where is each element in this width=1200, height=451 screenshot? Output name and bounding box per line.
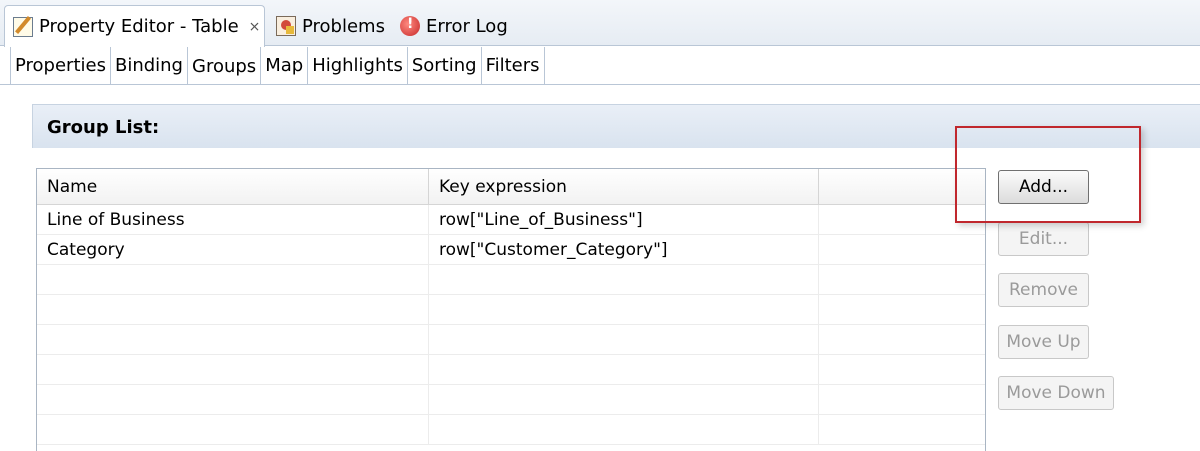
edit-button[interactable]: Edit... [998, 222, 1089, 256]
move-up-button[interactable]: Move Up [998, 325, 1089, 359]
cell-extra [819, 235, 985, 265]
tab-highlights[interactable]: Highlights [308, 47, 408, 85]
cell-key-expression: row["Line_of_Business"] [429, 205, 819, 235]
tab-properties[interactable]: Properties [10, 47, 111, 85]
tab-filters[interactable]: Filters [481, 47, 545, 85]
cell-key-expression: row["Customer_Category"] [429, 235, 819, 265]
empty-row [37, 385, 985, 415]
empty-row [37, 415, 985, 445]
tab-error-log[interactable]: Error Log [392, 6, 508, 46]
group-table[interactable]: Name Key expression Line of Business row… [36, 168, 986, 451]
tab-groups[interactable]: Groups [188, 47, 262, 85]
column-header-name[interactable]: Name [37, 169, 429, 205]
tab-error-log-label: Error Log [426, 15, 508, 37]
error-log-icon [400, 16, 420, 36]
table-row[interactable]: Line of Business row["Line_of_Business"] [37, 205, 985, 235]
tab-map[interactable]: Map [261, 47, 309, 85]
cell-name: Line of Business [37, 205, 429, 235]
empty-row [37, 295, 985, 325]
section-title: Group List: [47, 117, 160, 138]
highlight-box [955, 126, 1141, 223]
empty-row [37, 355, 985, 385]
tab-binding[interactable]: Binding [110, 47, 188, 85]
remove-button[interactable]: Remove [998, 273, 1089, 307]
close-icon[interactable]: ⨯ [249, 19, 261, 35]
empty-row [37, 265, 985, 295]
column-header-key-expression[interactable]: Key expression [429, 169, 819, 205]
empty-row [37, 325, 985, 355]
move-down-button[interactable]: Move Down [998, 376, 1114, 410]
tab-property-editor[interactable]: Property Editor - Table ⨯ [4, 5, 265, 47]
cell-name: Category [37, 235, 429, 265]
edit-icon [13, 16, 33, 37]
table-row[interactable]: Category row["Customer_Category"] [37, 235, 985, 265]
tab-problems[interactable]: Problems [268, 6, 385, 46]
problems-icon [276, 16, 296, 36]
table-header: Name Key expression [37, 169, 985, 205]
sub-tab-divider [0, 84, 1200, 85]
tab-property-editor-label: Property Editor - Table [39, 16, 239, 37]
property-sub-tabs: Properties Binding Groups Map Highlights… [10, 47, 545, 85]
tab-problems-label: Problems [302, 15, 385, 37]
tab-sorting[interactable]: Sorting [407, 47, 482, 85]
view-tab-bar: Property Editor - Table ⨯ Problems Error… [0, 0, 1200, 47]
